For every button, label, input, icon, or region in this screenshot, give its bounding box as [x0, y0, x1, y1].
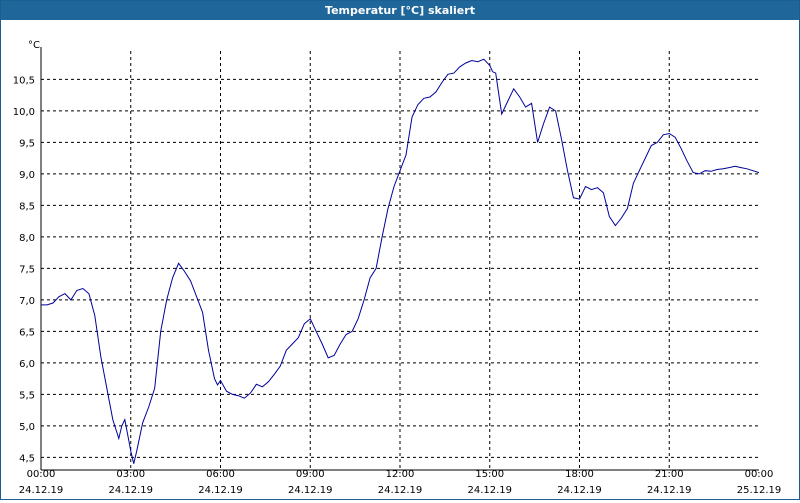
y-axis-unit-label: °C — [28, 40, 40, 51]
x-tick-date-label: 24.12.19 — [557, 485, 602, 496]
x-tick-labels: 00:00 24.12.19 03:00 24.12.19 06:00 24.12.19 0… — [19, 469, 782, 496]
y-tick-label: 10,0 — [13, 107, 35, 118]
y-tick-label: 6,0 — [19, 359, 35, 370]
x-tick-date-label: 24.12.19 — [19, 485, 64, 496]
y-tick-label: 9,0 — [19, 170, 35, 181]
x-tick-time-label: 09:00 — [296, 469, 325, 480]
x-tick-date-label: 24.12.19 — [108, 485, 153, 496]
x-tick-time-label: 00:00 — [745, 469, 774, 480]
x-tick-date-label: 24.12.19 — [198, 485, 243, 496]
x-tick-time-label: 12:00 — [386, 469, 415, 480]
x-tick-date-label: 24.12.19 — [288, 485, 333, 496]
x-tick-time-label: 00:00 — [27, 469, 56, 480]
y-tick-label: 7,0 — [19, 296, 35, 307]
y-tick-label: 8,5 — [19, 201, 35, 212]
y-tick-label: 5,5 — [19, 390, 35, 401]
y-tick-labels: 4,5 5,0 5,5 6,0 6,5 7,0 7,5 8,0 8,5 9,0 9,5 10,0 10,… — [13, 75, 35, 464]
temperature-chart: 4,5 5,0 5,5 6,0 6,5 7,0 7,5 8,0 8,5 9,0 9,5 10,0 10,… — [13, 40, 782, 496]
y-tick-label: 4,5 — [19, 453, 35, 464]
y-tick-label: 10,5 — [13, 75, 35, 86]
x-tick-time-label: 18:00 — [565, 469, 594, 480]
window-title: Temperatur [°C] skaliert — [1, 1, 799, 20]
x-tick-date-label: 24.12.19 — [467, 485, 512, 496]
x-tick-time-label: 06:00 — [206, 469, 235, 480]
chart-area: 4,5 5,0 5,5 6,0 6,5 7,0 7,5 8,0 8,5 9,0 9,5 10,0 10,… — [1, 21, 799, 499]
y-tick-label: 8,0 — [19, 233, 35, 244]
x-tick-time-label: 21:00 — [655, 469, 684, 480]
chart-window: Temperatur [°C] skaliert 4,5 5,0 5,5 6,0 6,5… — [0, 0, 800, 500]
x-tick-date-label: 25.12.19 — [737, 485, 782, 496]
y-tick-label: 9,5 — [19, 138, 35, 149]
y-tick-label: 5,0 — [19, 422, 35, 433]
y-tick-label: 6,5 — [19, 327, 35, 338]
x-tick-date-label: 24.12.19 — [378, 485, 423, 496]
x-tick-time-label: 03:00 — [116, 469, 145, 480]
y-tick-label: 7,5 — [19, 264, 35, 275]
x-tick-time-label: 15:00 — [475, 469, 504, 480]
x-tick-date-label: 24.12.19 — [647, 485, 692, 496]
